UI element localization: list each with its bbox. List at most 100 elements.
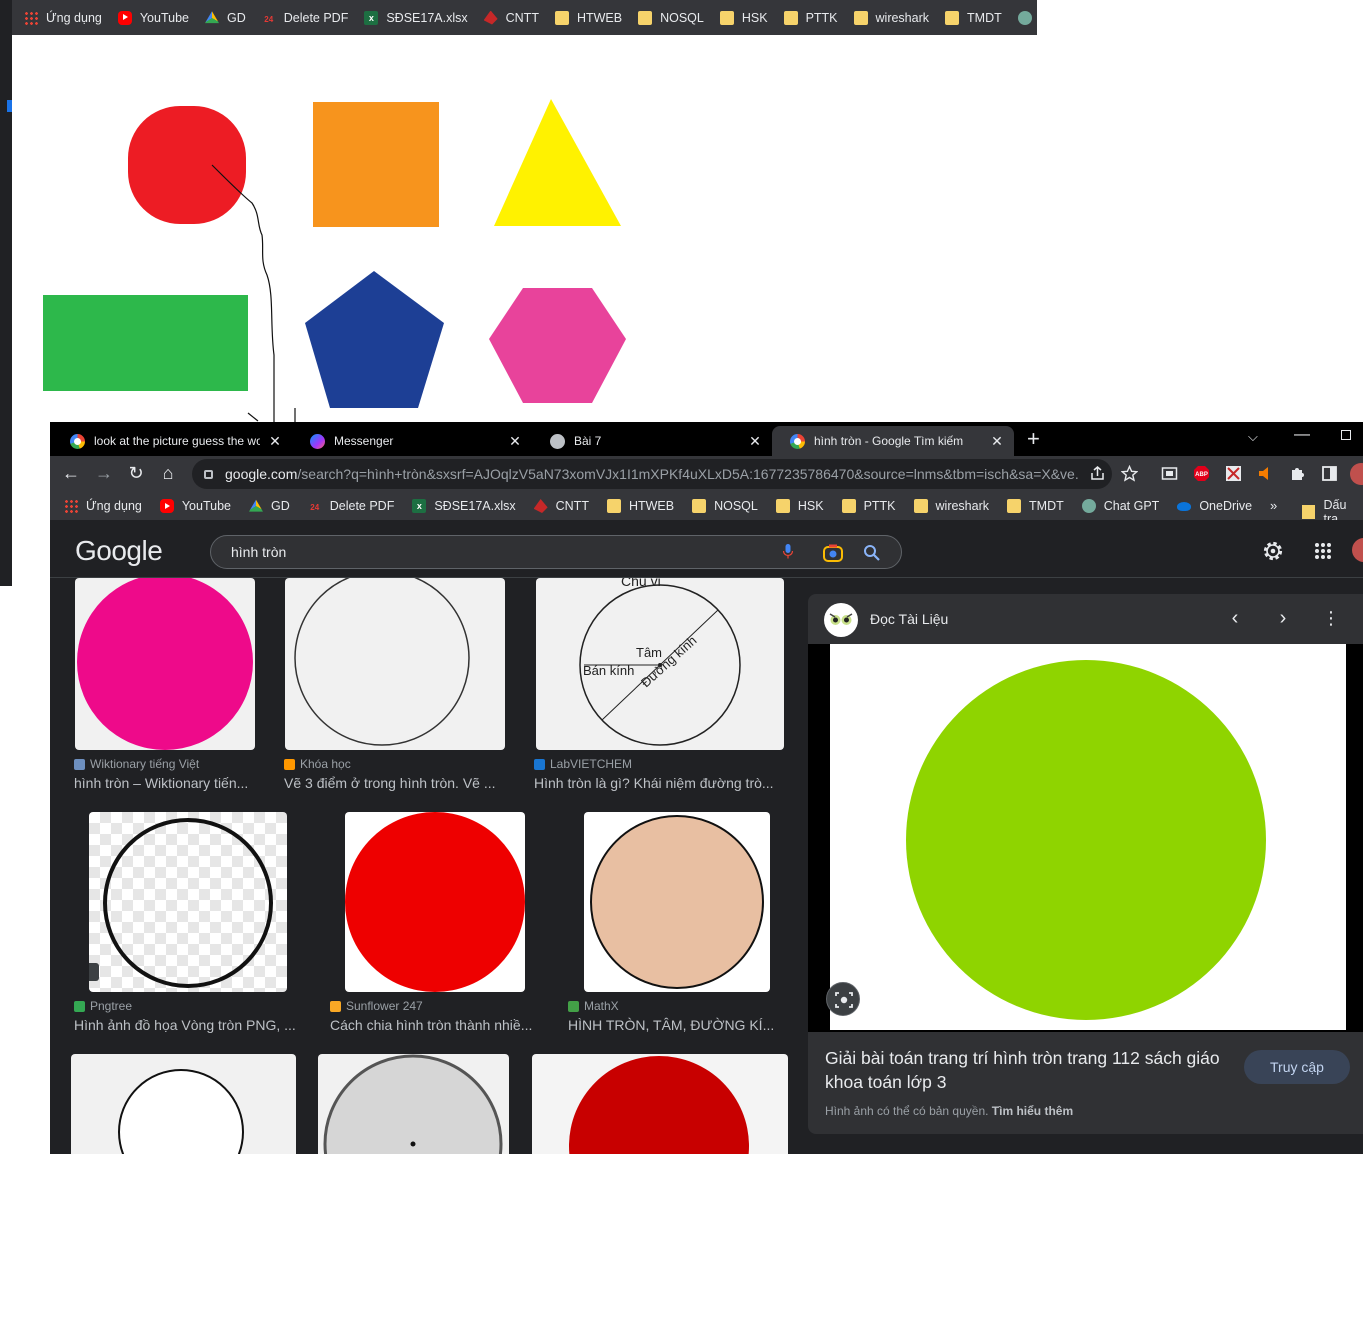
bookmark-tmdt[interactable]: TMDT xyxy=(1007,499,1064,513)
side-panel-icon[interactable] xyxy=(1321,465,1338,482)
search-input[interactable] xyxy=(231,544,751,560)
profile-avatar[interactable] xyxy=(1350,463,1363,485)
result-thumbnail[interactable] xyxy=(285,578,505,750)
tab-search-chevron-icon[interactable]: ⌵ xyxy=(1248,429,1258,445)
next-image-icon[interactable]: › xyxy=(1271,606,1295,630)
result-source[interactable]: Sunflower 247 xyxy=(330,999,423,1013)
extension-grid-icon[interactable] xyxy=(1225,465,1242,482)
result-caption[interactable]: Cách chia hình tròn thành nhiề... xyxy=(330,1017,538,1033)
url-host: google.com xyxy=(225,466,298,482)
preview-title[interactable]: Giải bài toán trang trí hình tròn trang … xyxy=(825,1046,1237,1094)
account-avatar[interactable] xyxy=(1352,538,1363,562)
bookmark-nosql[interactable]: NOSQL xyxy=(638,10,704,25)
google-logo[interactable]: Google xyxy=(75,535,163,567)
result-thumbnail[interactable]: Chu vi Tâm Bán kính Đường kính xyxy=(536,578,784,750)
result-source[interactable]: Wiktionary tiếng Việt xyxy=(74,757,199,771)
tab-guess-the-word[interactable]: look at the picture guess the wor ✕ xyxy=(52,426,292,456)
share-icon[interactable] xyxy=(1089,465,1106,482)
bookmarks-overflow-button[interactable]: » xyxy=(1270,498,1277,513)
result-source[interactable]: MathX xyxy=(568,999,619,1013)
tab-bai-7[interactable]: Bài 7 ✕ xyxy=(532,426,772,456)
picture-in-picture-icon[interactable] xyxy=(1161,465,1178,482)
bookmark-star-icon[interactable] xyxy=(1121,465,1138,482)
bookmark-hsk[interactable]: HSK xyxy=(775,499,824,513)
bookmark-s-se17a-xlsx[interactable]: x SĐSE17A.xlsx xyxy=(412,499,516,513)
result-caption[interactable]: Vẽ 3 điểm ở trong hình tròn. Vẽ ... xyxy=(284,775,504,791)
bookmark-cntt[interactable]: CNTT xyxy=(533,499,589,513)
bookmark-delete-pdf[interactable]: 24 Delete PDF xyxy=(262,11,348,25)
visit-button[interactable]: Truy cập xyxy=(1244,1050,1350,1084)
url-text[interactable]: google.com/search?q=hình+tròn&sxsrf=AJOq… xyxy=(225,466,1080,482)
bookmark--ng-d-ng[interactable]: Ứng dụng xyxy=(64,499,142,513)
tab-messenger[interactable]: Messenger ✕ xyxy=(292,426,532,456)
bookmark-pttk[interactable]: PTTK xyxy=(841,499,896,513)
result-thumbnail[interactable] xyxy=(71,1054,296,1154)
bookmark-nosql[interactable]: NOSQL xyxy=(692,499,758,513)
result-caption[interactable]: HÌNH TRÒN, TÂM, ĐƯỜNG KÍ... xyxy=(568,1017,780,1033)
close-tab-icon[interactable]: ✕ xyxy=(508,433,522,450)
google-apps-icon[interactable] xyxy=(1314,542,1332,560)
more-options-icon[interactable]: ⋮ xyxy=(1319,606,1343,630)
bookmark-pttk[interactable]: PTTK xyxy=(783,10,838,25)
result-thumbnail[interactable] xyxy=(318,1054,509,1154)
result-thumbnail[interactable] xyxy=(532,1054,788,1154)
bookmark-wireshark[interactable]: wireshark xyxy=(853,10,929,25)
reload-button[interactable]: ↻ xyxy=(126,464,146,482)
result-thumbnail[interactable] xyxy=(584,812,770,992)
bookmark--ng-d-ng[interactable]: Ứng dụng xyxy=(24,10,102,25)
close-tab-icon[interactable]: ✕ xyxy=(990,433,1004,450)
restore-button[interactable] xyxy=(1341,430,1351,440)
bookmark-onedrive[interactable]: OneDrive xyxy=(1177,499,1252,513)
bookmark-chat-gpt[interactable]: Chat GPT xyxy=(1081,499,1159,513)
bookmark-delete-pdf[interactable]: 24 Delete PDF xyxy=(308,499,394,513)
drive-icon xyxy=(248,499,263,512)
bookmark-gd[interactable]: GD xyxy=(204,11,246,25)
bookmark-cntt[interactable]: CNTT xyxy=(483,10,539,25)
bookmark-tmdt[interactable]: TMDT xyxy=(945,10,1002,25)
bookmark-hsk[interactable]: HSK xyxy=(719,10,768,25)
google-lens-icon[interactable] xyxy=(823,544,843,562)
preview-image[interactable] xyxy=(830,644,1346,1030)
result-caption[interactable]: hình tròn – Wiktionary tiến... xyxy=(74,775,259,791)
result-image xyxy=(103,818,273,988)
address-bar[interactable]: google.com/search?q=hình+tròn&sxsrf=AJOq… xyxy=(192,459,1112,489)
microphone-icon[interactable] xyxy=(783,544,793,559)
panel-site-name[interactable]: Đọc Tài Liệu xyxy=(870,611,948,627)
excel-icon: x xyxy=(364,10,379,25)
settings-gear-icon[interactable] xyxy=(1262,540,1284,562)
lock-icon[interactable] xyxy=(204,469,213,479)
site-logo-icon[interactable] xyxy=(824,603,858,637)
minimize-button[interactable]: — xyxy=(1294,426,1310,444)
bookmark-youtube[interactable]: YouTube xyxy=(159,499,231,513)
close-tab-icon[interactable]: ✕ xyxy=(748,433,762,450)
tab-hinh-tron[interactable]: hình tròn - Google Tìm kiếm ✕ xyxy=(772,426,1014,456)
result-thumbnail[interactable] xyxy=(75,578,255,750)
back-button[interactable]: ← xyxy=(61,464,81,482)
result-thumbnail[interactable] xyxy=(345,812,525,992)
learn-more-link[interactable]: Tìm hiểu thêm xyxy=(992,1104,1073,1118)
bookmark-htweb[interactable]: HTWEB xyxy=(606,499,674,513)
result-caption[interactable]: Hình ảnh đồ họa Vòng tròn PNG, ... xyxy=(74,1017,306,1033)
bookmark-s-se17a-xlsx[interactable]: x SĐSE17A.xlsx xyxy=(364,10,468,25)
result-thumbnail[interactable] xyxy=(89,812,287,992)
result-caption[interactable]: Hình tròn là gì? Khái niệm đường trò... xyxy=(534,775,784,791)
close-tab-icon[interactable]: ✕ xyxy=(268,433,282,450)
previous-image-icon[interactable]: ‹ xyxy=(1223,606,1247,630)
adblock-plus-icon[interactable]: ABP xyxy=(1193,465,1210,482)
bookmark-youtube[interactable]: YouTube xyxy=(117,10,189,25)
bookmark-gd[interactable]: GD xyxy=(248,499,290,513)
result-source[interactable]: Khóa học xyxy=(284,757,351,771)
lens-search-icon[interactable] xyxy=(826,982,860,1016)
bookmark-wireshark[interactable]: wireshark xyxy=(913,499,989,513)
audio-extension-icon[interactable] xyxy=(1257,465,1274,482)
new-tab-button[interactable]: + xyxy=(1027,428,1040,450)
bookmark-ch[interactable]: Ch xyxy=(1017,10,1037,25)
result-source[interactable]: LabVIETCHEM xyxy=(534,757,632,771)
extensions-puzzle-icon[interactable] xyxy=(1289,465,1306,482)
result-source[interactable]: Pngtree xyxy=(74,999,132,1013)
search-icon[interactable] xyxy=(863,544,881,562)
bookmark-htweb[interactable]: HTWEB xyxy=(554,10,622,25)
search-box[interactable] xyxy=(210,535,902,569)
home-button[interactable]: ⌂ xyxy=(158,464,178,482)
forward-button[interactable]: → xyxy=(94,464,114,482)
